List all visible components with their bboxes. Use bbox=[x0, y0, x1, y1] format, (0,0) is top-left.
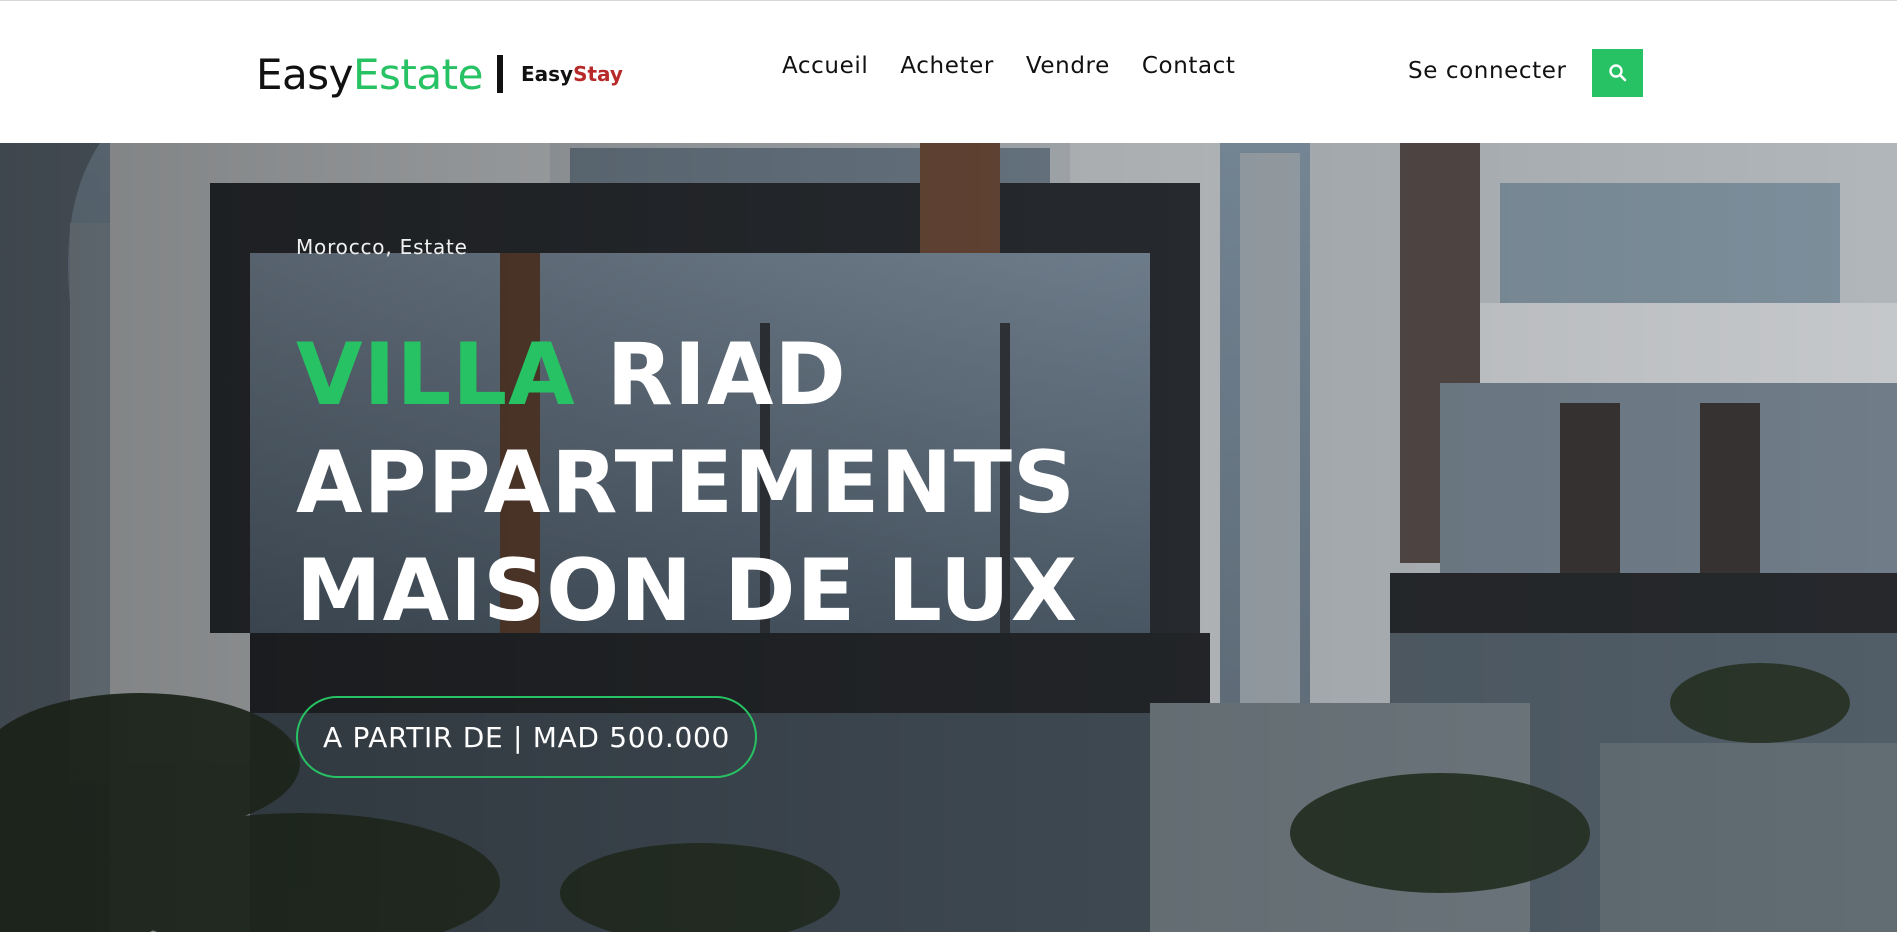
price-button[interactable]: A PARTIR DE | MAD 500.000 bbox=[296, 696, 757, 778]
hero-headline: VILLA RIAD APPARTEMENTS MAISON DE LUX bbox=[296, 321, 1078, 645]
brand-name: EasyEstate bbox=[256, 49, 483, 99]
headline-line-3: MAISON DE LUX bbox=[296, 541, 1079, 641]
hero-content: Morocco, Estate VILLA RIAD APPARTEMENTS … bbox=[296, 235, 1078, 778]
hero-location: Morocco, Estate bbox=[296, 235, 468, 259]
nav-item-contact[interactable]: Contact bbox=[1142, 53, 1236, 79]
brand-divider bbox=[496, 55, 503, 93]
brand-logo[interactable]: EasyEstate EasyStay bbox=[256, 49, 623, 99]
nav-item-acheter[interactable]: Acheter bbox=[900, 53, 994, 79]
site-header: EasyEstate EasyStay Accueil Acheter Vend… bbox=[0, 1, 1897, 143]
login-link[interactable]: Se connecter bbox=[1408, 58, 1567, 84]
hero-section: Morocco, Estate VILLA RIAD APPARTEMENTS … bbox=[0, 143, 1897, 932]
search-icon bbox=[1608, 64, 1626, 82]
headline-line-1: VILLA RIAD bbox=[296, 325, 847, 425]
main-nav: Accueil Acheter Vendre Contact bbox=[782, 53, 1268, 79]
headline-line-2: APPARTEMENTS bbox=[296, 433, 1076, 533]
search-button[interactable] bbox=[1592, 49, 1643, 97]
nav-item-vendre[interactable]: Vendre bbox=[1026, 53, 1110, 79]
headline-accent: VILLA bbox=[296, 325, 576, 425]
brand-subname[interactable]: EasyStay bbox=[521, 62, 623, 86]
nav-item-accueil[interactable]: Accueil bbox=[782, 53, 868, 79]
